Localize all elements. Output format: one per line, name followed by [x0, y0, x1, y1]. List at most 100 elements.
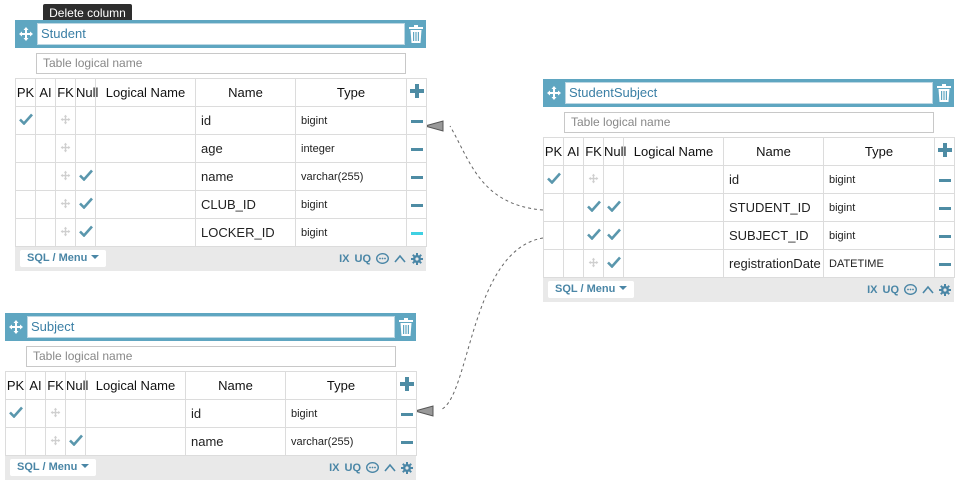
ai-cell[interactable] — [563, 165, 584, 194]
ai-cell[interactable] — [563, 221, 584, 250]
logical-name-cell[interactable] — [95, 190, 196, 219]
delete-column-button[interactable] — [396, 427, 417, 456]
table-name-input[interactable]: StudentSubject — [565, 82, 933, 104]
delete-column-button[interactable] — [934, 193, 955, 222]
fk-cell[interactable] — [583, 221, 604, 250]
pk-cell[interactable] — [15, 162, 36, 191]
null-cell[interactable] — [65, 427, 86, 456]
column-type-cell[interactable]: bigint — [285, 399, 397, 428]
gear-icon[interactable] — [939, 283, 951, 296]
delete-column-button[interactable] — [934, 249, 955, 278]
column-type-cell[interactable]: bigint — [295, 106, 407, 135]
ai-cell[interactable] — [35, 106, 56, 135]
null-cell[interactable] — [75, 218, 96, 247]
logical-name-cell[interactable] — [623, 165, 724, 194]
column-name-cell[interactable]: id — [723, 165, 824, 194]
column-row[interactable]: name varchar(255) — [15, 162, 427, 191]
column-type-cell[interactable]: DATETIME — [823, 249, 935, 278]
null-cell[interactable] — [75, 134, 96, 163]
move-icon[interactable] — [18, 26, 34, 42]
pk-cell[interactable] — [5, 427, 26, 456]
logical-name-cell[interactable] — [95, 162, 196, 191]
table-logical-name-input[interactable]: Table logical name — [564, 112, 934, 133]
logical-name-cell[interactable] — [85, 427, 186, 456]
column-name-cell[interactable]: name — [185, 427, 286, 456]
table-subject[interactable]: Subject Table logical name PK AI FK Null… — [5, 313, 417, 480]
null-cell[interactable] — [603, 249, 624, 278]
ai-cell[interactable] — [563, 249, 584, 278]
index-button[interactable]: IX — [329, 462, 339, 474]
column-type-cell[interactable]: bigint — [823, 165, 935, 194]
index-button[interactable]: IX — [867, 284, 877, 296]
column-row[interactable]: LOCKER_ID bigint — [15, 218, 427, 247]
delete-column-button[interactable] — [406, 134, 427, 163]
column-type-cell[interactable]: bigint — [295, 218, 407, 247]
collapse-icon[interactable] — [394, 254, 406, 264]
fk-cell[interactable] — [55, 218, 76, 247]
table-student-subject[interactable]: StudentSubject Table logical name PK AI … — [543, 79, 955, 302]
column-row[interactable]: age integer — [15, 134, 427, 163]
fk-cell[interactable] — [45, 399, 66, 428]
fk-cell[interactable] — [583, 165, 604, 194]
table-logical-name-input[interactable]: Table logical name — [26, 346, 396, 367]
logical-name-cell[interactable] — [85, 399, 186, 428]
table-student[interactable]: Student Table logical name PK AI FK Null… — [15, 20, 427, 271]
table-name-input[interactable]: Student — [37, 23, 405, 45]
fk-cell[interactable] — [583, 193, 604, 222]
column-row[interactable]: CLUB_ID bigint — [15, 190, 427, 219]
column-row[interactable]: STUDENT_ID bigint — [543, 193, 955, 222]
delete-column-button[interactable] — [934, 165, 955, 194]
logical-name-cell[interactable] — [623, 193, 724, 222]
null-cell[interactable] — [75, 106, 96, 135]
fk-cell[interactable] — [55, 134, 76, 163]
column-name-cell[interactable]: LOCKER_ID — [195, 218, 296, 247]
delete-column-button[interactable] — [406, 190, 427, 219]
delete-column-button[interactable] — [406, 162, 427, 191]
ai-cell[interactable] — [35, 134, 56, 163]
column-type-cell[interactable]: varchar(255) — [285, 427, 397, 456]
collapse-icon[interactable] — [384, 463, 396, 473]
pk-cell[interactable] — [543, 221, 564, 250]
comment-icon[interactable] — [904, 283, 917, 296]
column-name-cell[interactable]: registrationDate — [723, 249, 824, 278]
add-column-button[interactable] — [396, 371, 417, 400]
pk-cell[interactable] — [5, 399, 26, 428]
fk-cell[interactable] — [583, 249, 604, 278]
column-row[interactable]: registrationDate DATETIME — [543, 249, 955, 278]
fk-cell[interactable] — [55, 190, 76, 219]
fk-cell[interactable] — [55, 162, 76, 191]
logical-name-cell[interactable] — [95, 106, 196, 135]
add-column-button[interactable] — [406, 78, 427, 107]
column-name-cell[interactable]: CLUB_ID — [195, 190, 296, 219]
fk-cell[interactable] — [55, 106, 76, 135]
comment-icon[interactable] — [376, 252, 389, 265]
column-row[interactable]: name varchar(255) — [5, 427, 417, 456]
null-cell[interactable] — [75, 162, 96, 191]
pk-cell[interactable] — [543, 165, 564, 194]
delete-column-button[interactable] — [406, 106, 427, 135]
logical-name-cell[interactable] — [95, 134, 196, 163]
comment-icon[interactable] — [366, 461, 379, 474]
column-row[interactable]: id bigint — [15, 106, 427, 135]
ai-cell[interactable] — [35, 218, 56, 247]
column-name-cell[interactable]: name — [195, 162, 296, 191]
null-cell[interactable] — [603, 165, 624, 194]
column-name-cell[interactable]: id — [185, 399, 286, 428]
column-name-cell[interactable]: SUBJECT_ID — [723, 221, 824, 250]
delete-column-button[interactable] — [406, 218, 427, 247]
column-type-cell[interactable]: bigint — [295, 190, 407, 219]
pk-cell[interactable] — [15, 190, 36, 219]
column-name-cell[interactable]: age — [195, 134, 296, 163]
column-type-cell[interactable]: integer — [295, 134, 407, 163]
table-name-input[interactable]: Subject — [27, 316, 395, 338]
ai-cell[interactable] — [25, 427, 46, 456]
column-row[interactable]: id bigint — [543, 165, 955, 194]
unique-button[interactable]: UQ — [883, 284, 900, 296]
column-row[interactable]: SUBJECT_ID bigint — [543, 221, 955, 250]
trash-icon[interactable] — [409, 25, 423, 43]
pk-cell[interactable] — [543, 249, 564, 278]
ai-cell[interactable] — [35, 190, 56, 219]
ai-cell[interactable] — [25, 399, 46, 428]
sql-menu-button[interactable]: SQL / Menu — [548, 281, 635, 298]
column-name-cell[interactable]: STUDENT_ID — [723, 193, 824, 222]
